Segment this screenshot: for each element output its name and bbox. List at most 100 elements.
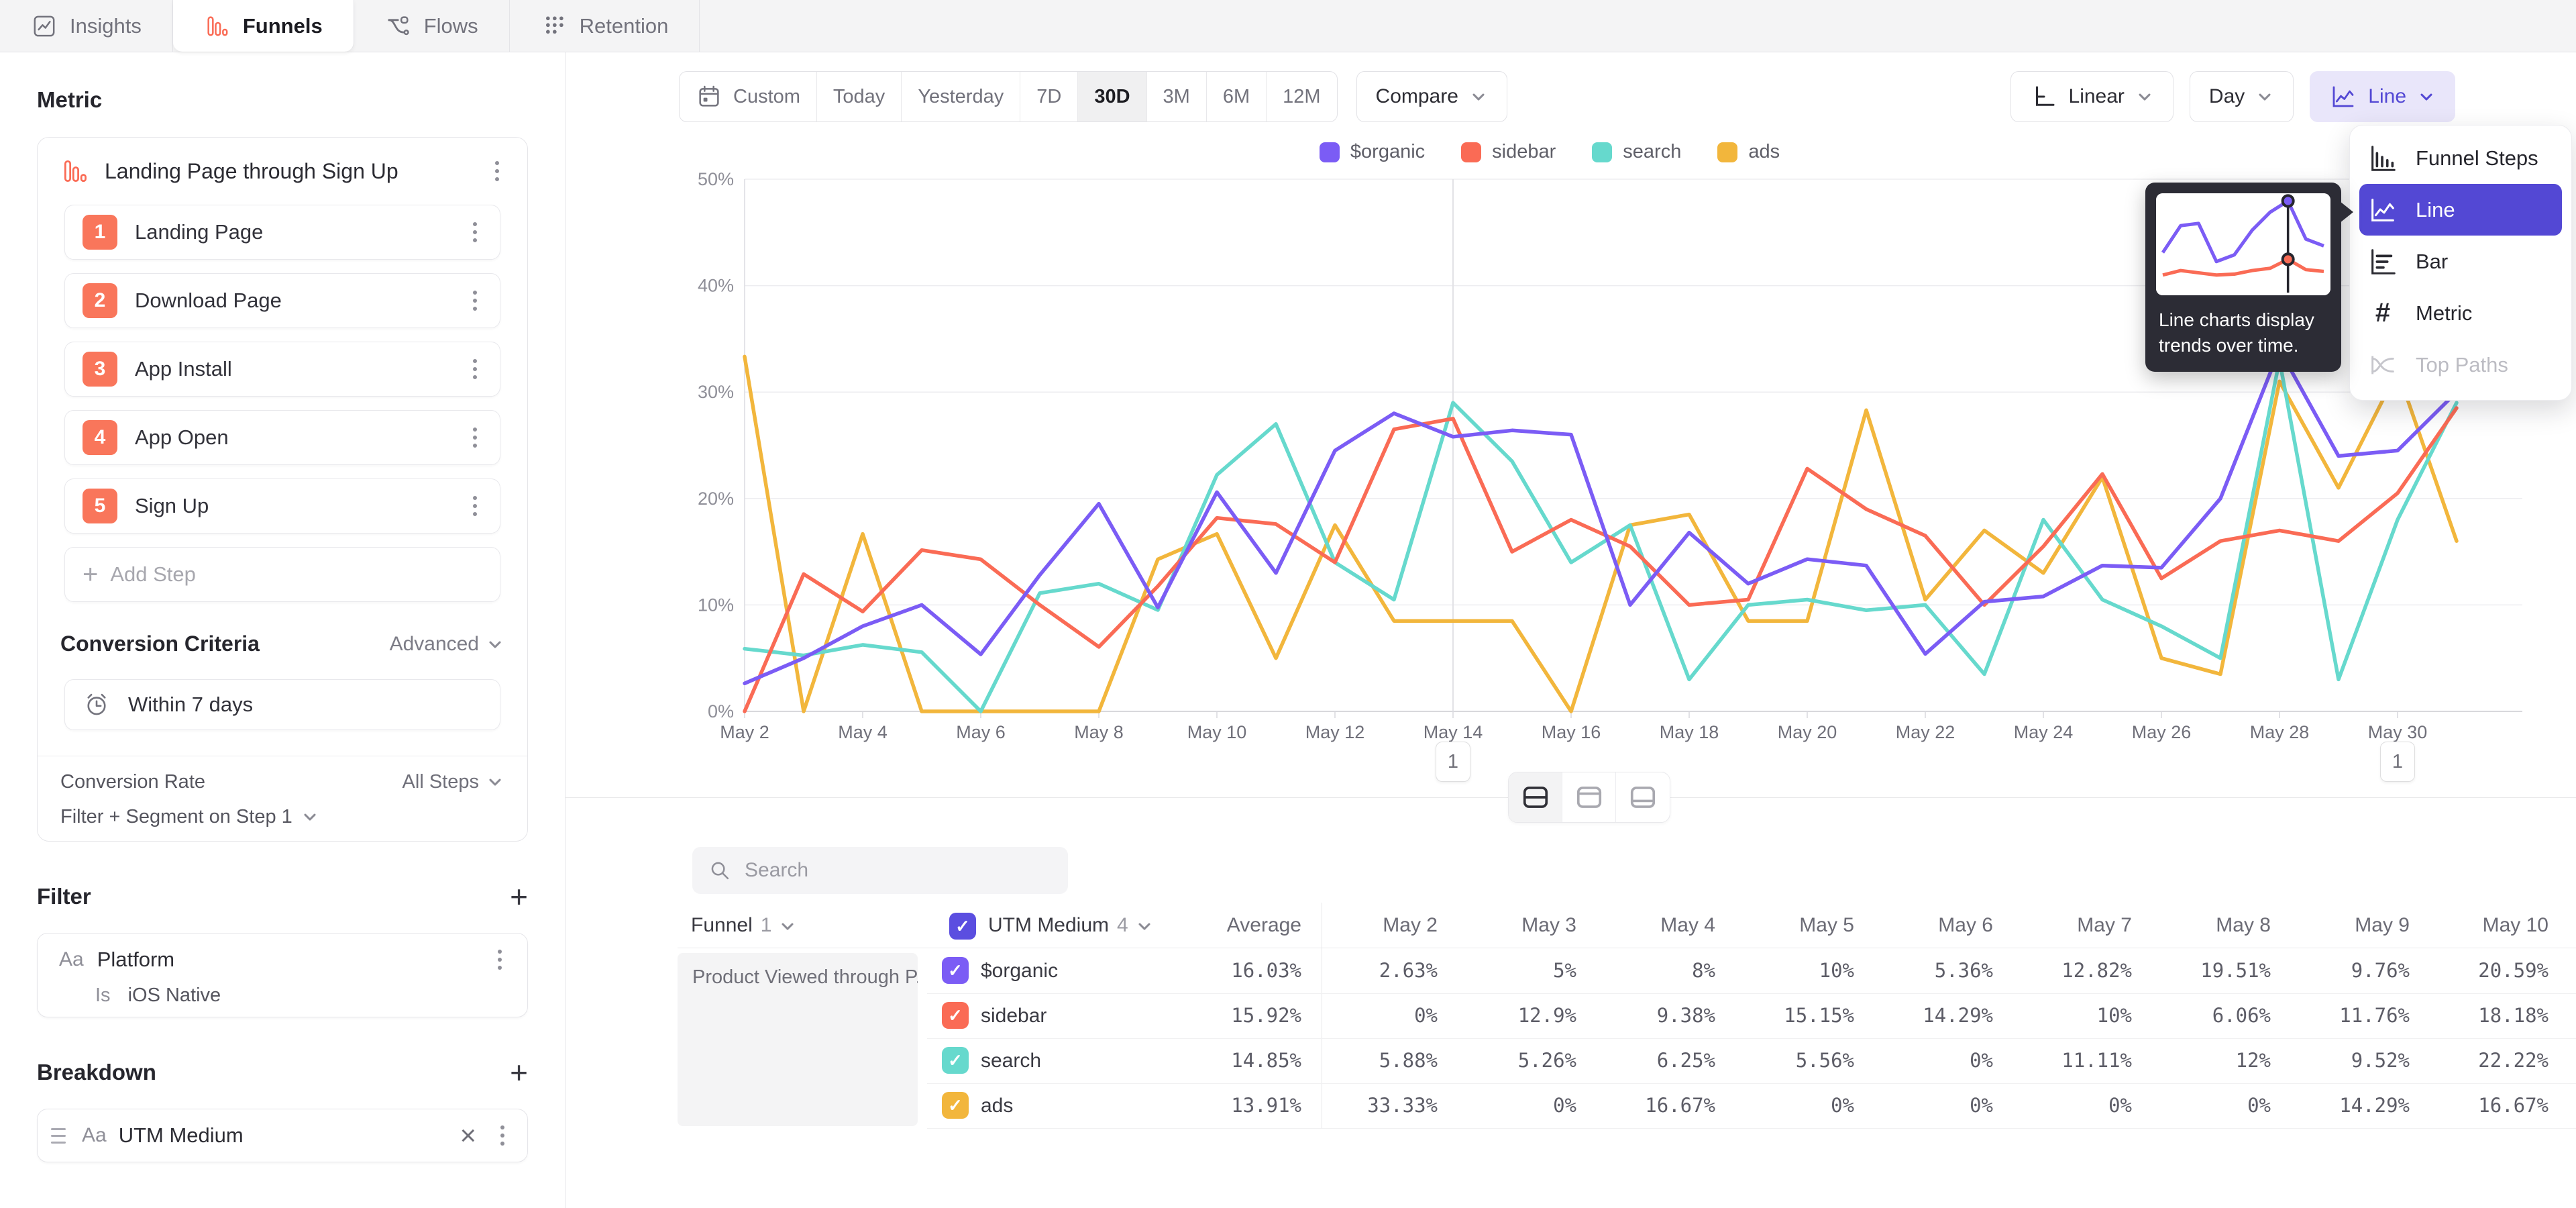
table-value: 11.11%	[1998, 1038, 2132, 1083]
table-value: 0%	[1442, 1083, 1576, 1128]
app-window: InsightsFunnelsFlowsRetention Metric Lan…	[0, 0, 2576, 1208]
kebab-menu-icon[interactable]	[492, 944, 507, 975]
table-value: 14.29%	[2275, 1083, 2410, 1128]
funnel-name-cell[interactable]: Product Viewed through P...	[678, 953, 918, 1126]
granularity-dropdown[interactable]: Day	[2190, 71, 2294, 122]
date-range-12m[interactable]: 12M	[1267, 72, 1336, 121]
average-column-header: Average	[1114, 903, 1301, 948]
metric-heading: Metric	[37, 87, 528, 113]
average-value: 13.91%	[1120, 1083, 1301, 1128]
breakdown-property-name: UTM Medium	[119, 1123, 441, 1148]
drag-handle-icon[interactable]	[47, 1124, 70, 1148]
metric-icon: #	[2367, 298, 2398, 329]
query-builder-sidebar: Metric Landing Page through Sign Up 1Lan…	[0, 52, 566, 1208]
series-name: search	[981, 1038, 1041, 1083]
chart-type-dropdown[interactable]: Line	[2310, 71, 2455, 122]
svg-text:May 28: May 28	[2250, 722, 2310, 742]
legend-label: $organic	[1350, 141, 1425, 163]
advanced-label: Advanced	[390, 633, 479, 656]
annotation-badge[interactable]: 1	[1436, 742, 1470, 782]
conversion-rate-label: Conversion Rate	[60, 771, 205, 793]
funnel-header-label: Funnel	[691, 914, 753, 936]
filter-segment-dropdown[interactable]: Filter + Segment on Step 1	[60, 802, 504, 832]
line-chart-icon	[2329, 83, 2357, 111]
date-range-30d[interactable]: 30D	[1078, 72, 1146, 121]
kebab-menu-icon[interactable]	[468, 422, 482, 453]
kebab-menu-icon[interactable]	[468, 354, 482, 385]
date-range-custom[interactable]: Custom	[680, 72, 817, 121]
svg-text:May 16: May 16	[1542, 722, 1601, 742]
tab-funnels[interactable]: Funnels	[173, 0, 354, 52]
menu-item-metric[interactable]: #Metric	[2350, 287, 2571, 339]
kebab-menu-icon[interactable]	[495, 1120, 510, 1151]
tab-flows[interactable]: Flows	[354, 0, 510, 52]
average-value: 16.03%	[1120, 948, 1301, 993]
tab-retention[interactable]: Retention	[510, 0, 700, 52]
funnel-step-1[interactable]: 1Landing Page	[64, 205, 500, 260]
legend-item-ads[interactable]: ads	[1717, 141, 1780, 163]
text-property-icon: Aa	[82, 1124, 107, 1147]
close-icon[interactable]: ×	[453, 1121, 483, 1150]
svg-text:May 30: May 30	[2368, 722, 2428, 742]
funnel-step-4[interactable]: 4App Open	[64, 410, 500, 465]
series-name: $organic	[981, 948, 1058, 993]
series-checkbox[interactable]: ✓	[942, 1047, 969, 1074]
date-range-3m[interactable]: 3M	[1147, 72, 1207, 121]
chevron-down-icon	[2135, 87, 2154, 106]
layout-split-button[interactable]	[1509, 772, 1562, 822]
funnel-step-5[interactable]: 5Sign Up	[64, 479, 500, 534]
add-step-button[interactable]: + Add Step	[64, 547, 500, 602]
date-range-today[interactable]: Today	[817, 72, 902, 121]
series-checkbox[interactable]: ✓	[942, 1092, 969, 1119]
compare-button[interactable]: Compare	[1356, 71, 1507, 122]
kebab-menu-icon[interactable]	[468, 217, 482, 248]
funnel-step-3[interactable]: 3App Install	[64, 342, 500, 397]
step-label: App Open	[135, 425, 450, 450]
breakdown-card[interactable]: Aa UTM Medium ×	[37, 1109, 528, 1162]
date-range-label: 7D	[1036, 86, 1061, 108]
series-checkbox[interactable]: ✓	[942, 957, 969, 984]
legend-item-organic[interactable]: $organic	[1320, 141, 1425, 163]
legend-item-sidebar[interactable]: sidebar	[1461, 141, 1556, 163]
annotation-badge[interactable]: 1	[2380, 742, 2415, 782]
scale-dropdown[interactable]: Linear	[2010, 71, 2174, 122]
kebab-menu-icon[interactable]	[468, 285, 482, 316]
date-range-7d[interactable]: 7D	[1020, 72, 1078, 121]
table-value: 16.67%	[1581, 1083, 1715, 1128]
legend-swatch	[1717, 142, 1737, 162]
funnel-title-row[interactable]: Landing Page through Sign Up	[38, 138, 527, 205]
table-value: 19.51%	[2137, 948, 2271, 993]
step-label: App Install	[135, 357, 450, 381]
menu-item-funnel-steps[interactable]: Funnel Steps	[2350, 132, 2571, 184]
date-column-header: May 7	[1998, 903, 2132, 948]
conversion-rate-steps-dropdown[interactable]: All Steps	[402, 771, 504, 793]
add-filter-button[interactable]: +	[510, 881, 528, 912]
add-breakdown-button[interactable]: +	[510, 1057, 528, 1088]
select-all-checkbox[interactable]: ✓	[949, 913, 976, 940]
kebab-menu-icon[interactable]	[490, 156, 504, 187]
series-checkbox[interactable]: ✓	[942, 1002, 969, 1029]
date-range-yesterday[interactable]: Yesterday	[902, 72, 1020, 121]
funnel-step-2[interactable]: 2Download Page	[64, 273, 500, 328]
tab-insights[interactable]: Insights	[0, 0, 173, 52]
svg-text:40%: 40%	[698, 276, 734, 296]
filter-operator[interactable]: Is	[95, 985, 111, 1007]
layout-bottom-button[interactable]	[1616, 772, 1670, 822]
date-range-6m[interactable]: 6M	[1207, 72, 1267, 121]
chevron-down-icon	[301, 807, 319, 826]
conversion-window-button[interactable]: Within 7 days	[64, 679, 500, 730]
filter-card[interactable]: Aa Platform Is iOS Native	[37, 933, 528, 1017]
layout-top-button[interactable]	[1562, 772, 1616, 822]
filter-value[interactable]: iOS Native	[128, 985, 221, 1007]
advanced-dropdown[interactable]: Advanced	[390, 633, 504, 656]
plus-icon: +	[83, 560, 98, 590]
funnel-column-header[interactable]: Funnel1	[691, 903, 797, 948]
step-number-badge: 1	[83, 215, 117, 250]
svg-text:May 12: May 12	[1305, 722, 1365, 742]
kebab-menu-icon[interactable]	[468, 491, 482, 521]
chart-type-menu: Funnel StepsLineBar#MetricTop Paths	[2349, 125, 2572, 401]
menu-item-bar[interactable]: Bar	[2350, 236, 2571, 287]
menu-item-line[interactable]: Line	[2359, 184, 2562, 236]
legend-item-search[interactable]: search	[1592, 141, 1681, 163]
search-input[interactable]	[745, 859, 1053, 882]
